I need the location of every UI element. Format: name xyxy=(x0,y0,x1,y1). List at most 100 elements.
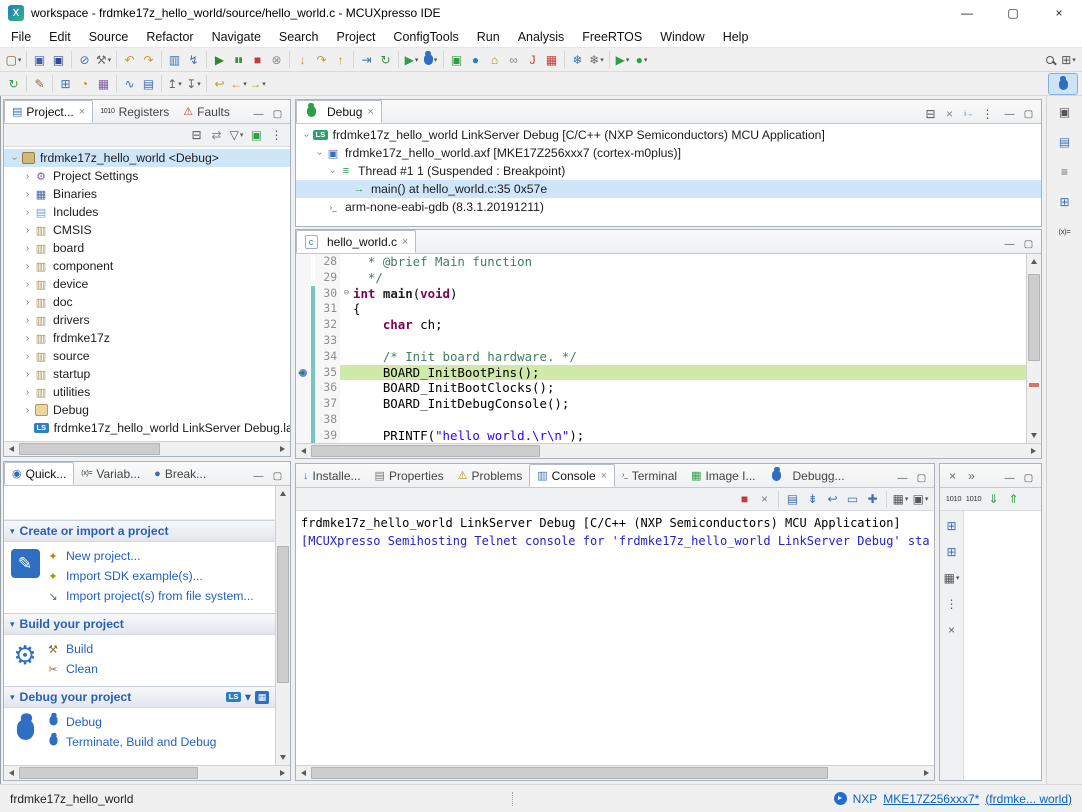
scroll-thumb[interactable] xyxy=(1028,274,1040,361)
menu-run[interactable]: Run xyxy=(468,28,509,46)
tab-close-icon[interactable]: × xyxy=(402,236,408,248)
pin-console-button[interactable]: ✚ xyxy=(863,490,882,509)
debug-tree-row-0[interactable]: ›LSfrdmke17z_hello_world LinkServer Debu… xyxy=(296,126,1041,144)
tab-image-i[interactable]: ▦Image I... xyxy=(684,464,762,487)
expand-arrow-icon[interactable]: › xyxy=(21,225,34,236)
debug-button[interactable]: ▾ xyxy=(421,50,440,69)
open-perspective-button[interactable]: ⊞▾ xyxy=(1059,50,1078,69)
menu-configtools[interactable]: ConfigTools xyxy=(384,28,467,46)
line-annotation-ruler[interactable]: → xyxy=(296,365,311,381)
tab-registers[interactable]: 1010Registers xyxy=(93,100,176,123)
scroll-down-icon[interactable] xyxy=(1027,428,1042,443)
analysis-config-button[interactable]: ❄▾ xyxy=(587,50,606,69)
code-line-32[interactable]: 32 char ch; xyxy=(296,317,1026,333)
remove-all-terminated-button[interactable]: × xyxy=(940,104,959,123)
line-annotation-ruler[interactable] xyxy=(296,254,311,270)
project-tree-item-frdmke17z[interactable]: ›▥frdmke17z xyxy=(4,329,290,347)
scroll-thumb[interactable] xyxy=(19,443,160,455)
tab-close-icon[interactable]: × xyxy=(601,470,607,482)
tab-faults[interactable]: ⚠Faults xyxy=(176,100,237,123)
line-annotation-ruler[interactable] xyxy=(296,349,311,365)
project-tree-item-cmsis[interactable]: ›▥CMSIS xyxy=(4,221,290,239)
project-tree-item-frdmke17z-hello-world-debug[interactable]: ›frdmke17z_hello_world <Debug> xyxy=(4,149,290,167)
expand-arrow-icon[interactable]: › xyxy=(21,189,34,200)
menu-analysis[interactable]: Analysis xyxy=(509,28,574,46)
line-annotation-ruler[interactable] xyxy=(296,412,311,428)
line-number[interactable]: 38 xyxy=(315,412,340,428)
tab-close-icon[interactable]: × xyxy=(367,106,373,118)
code-area[interactable]: 28 * @brief Main function29 */30⊖int mai… xyxy=(296,254,1026,443)
minimize-view-button[interactable]: — xyxy=(894,470,911,487)
code-text[interactable]: PRINTF("hello world.\r\n"); xyxy=(353,428,1026,443)
search-button[interactable] xyxy=(1040,50,1059,69)
code-line-35[interactable]: →35 BOARD_InitBootPins(); xyxy=(296,365,1026,381)
jlink-button[interactable]: J xyxy=(523,50,542,69)
code-line-36[interactable]: 36 BOARD_InitBootClocks(); xyxy=(296,380,1026,396)
bin-display-button[interactable]: 1010 xyxy=(964,490,983,509)
project-tree-item-project-settings[interactable]: ›⚙Project Settings xyxy=(4,167,290,185)
debug-tree-row-1[interactable]: ›▣frdmke17z_hello_world.axf [MKE17Z256xx… xyxy=(296,144,1041,162)
linkserver-select-button[interactable]: LS xyxy=(226,692,241,703)
filter-button[interactable]: ▽▾ xyxy=(227,126,246,145)
quickstart-link-new-project[interactable]: ✦New project... xyxy=(46,546,273,566)
scroll-track[interactable] xyxy=(19,442,275,456)
code-text[interactable]: BOARD_InitDebugConsole(); xyxy=(353,396,1026,412)
line-annotation-ruler[interactable] xyxy=(296,380,311,396)
close-view-button[interactable]: × xyxy=(943,466,962,485)
open-console-button[interactable]: ▥ xyxy=(165,50,184,69)
line-annotation-ruler[interactable] xyxy=(296,270,311,286)
menu-edit[interactable]: Edit xyxy=(40,28,80,46)
line-number[interactable]: 37 xyxy=(315,396,340,412)
quickstart-link-import-sdk-example-s[interactable]: ✦Import SDK example(s)... xyxy=(46,566,273,586)
expand-arrow-icon[interactable]: › xyxy=(21,261,34,272)
project-tree-item-utilities[interactable]: ›▥utilities xyxy=(4,383,290,401)
section-header-build-your-project[interactable]: ▾Build your project xyxy=(4,613,275,635)
hex-display-button[interactable]: 1010 xyxy=(944,490,963,509)
code-line-38[interactable]: 38 xyxy=(296,412,1026,428)
scroll-right-icon[interactable] xyxy=(1026,444,1041,459)
tab-project[interactable]: ▤Project...× xyxy=(4,100,93,123)
code-text[interactable]: BOARD_InitBootClocks(); xyxy=(353,380,1026,396)
suspend-button[interactable]: ▮▮ xyxy=(229,50,248,69)
terminate-button[interactable]: ■ xyxy=(735,490,754,509)
expand-arrow-icon[interactable]: › xyxy=(21,297,34,308)
clocks-tool-button[interactable]: ◔ xyxy=(75,74,94,93)
expand-arrow-icon[interactable]: › xyxy=(314,147,325,160)
project-tree-item-debug[interactable]: ›Debug xyxy=(4,401,290,419)
expand-arrow-icon[interactable]: › xyxy=(21,171,34,182)
remove-launch-button[interactable]: × xyxy=(755,490,774,509)
expand-arrow-icon[interactable]: › xyxy=(21,279,34,290)
flash-programmer-button[interactable]: ↯ xyxy=(184,50,203,69)
line-annotation-ruler[interactable] xyxy=(296,333,311,349)
tab-quick[interactable]: ◉Quick... xyxy=(4,462,74,485)
step-into-button[interactable]: ↓ xyxy=(293,50,312,69)
working-sets-button[interactable]: ▣ xyxy=(247,126,266,145)
restart-button[interactable]: ↻ xyxy=(376,50,395,69)
scroll-track[interactable] xyxy=(311,444,1026,458)
line-number[interactable]: 34 xyxy=(315,349,340,365)
collapse-arrow-icon[interactable]: ▾ xyxy=(10,526,15,537)
code-line-37[interactable]: 37 BOARD_InitDebugConsole(); xyxy=(296,396,1026,412)
instruction-stepping-button[interactable]: ⇥ xyxy=(357,50,376,69)
copy-console-button[interactable]: ▤ xyxy=(783,490,802,509)
redo-button[interactable]: ↷ xyxy=(139,50,158,69)
code-line-31[interactable]: 31{ xyxy=(296,301,1026,317)
undo-button[interactable]: ↶ xyxy=(120,50,139,69)
scroll-left-icon[interactable] xyxy=(296,444,311,459)
peripherals-tool-button[interactable]: ▦ xyxy=(94,74,113,93)
quickstart-link-debug[interactable]: Debug xyxy=(46,712,273,732)
expand-arrow-icon[interactable]: › xyxy=(301,129,312,142)
line-number[interactable]: 29 xyxy=(315,270,340,286)
maximize-view-button[interactable]: ▢ xyxy=(269,468,286,485)
expand-arrow-icon[interactable]: › xyxy=(21,207,34,218)
project-tree-item-binaries[interactable]: ›▦Binaries xyxy=(4,185,290,203)
import-memory-button[interactable]: ⇓ xyxy=(984,490,1003,509)
line-number[interactable]: 30 xyxy=(315,286,340,302)
minimized-registers-view-button[interactable]: ⊞ xyxy=(1055,192,1074,211)
code-text[interactable] xyxy=(353,412,1026,428)
quickstart-link-build[interactable]: ⚒Build xyxy=(46,639,273,659)
expand-arrow-icon[interactable]: › xyxy=(327,165,338,178)
last-edit-location-button[interactable]: ↩ xyxy=(210,74,229,93)
code-line-28[interactable]: 28 * @brief Main function xyxy=(296,254,1026,270)
tab-debug[interactable]: Debug× xyxy=(296,100,382,123)
